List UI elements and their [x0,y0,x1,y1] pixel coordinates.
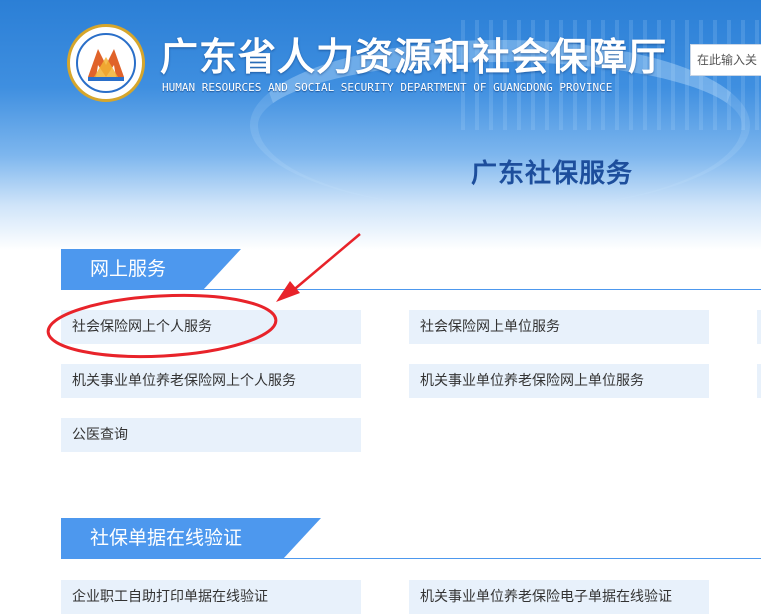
service-link-partial[interactable] [757,364,761,398]
emblem-mark-icon [88,49,124,81]
search-input[interactable] [690,44,761,76]
page-title: 广东社保服务 [471,159,634,189]
service-link-public-medical-query[interactable]: 公医查询 [61,418,361,452]
section-tab-document-verification: 社保单据在线验证 [61,518,321,559]
service-link-public-pension-employer[interactable]: 机关事业单位养老保险网上单位服务 [409,364,709,398]
service-link-public-pension-doc-verify[interactable]: 机关事业单位养老保险电子单据在线验证 [409,580,709,614]
service-link-partial[interactable] [757,310,761,344]
site-subtitle: HUMAN RESOURCES AND SOCIAL SECURITY DEPA… [162,81,613,94]
header-banner: 广东省人力资源和社会保障厅 HUMAN RESOURCES AND SOCIAL… [0,0,761,250]
service-link-social-insurance-personal[interactable]: 社会保险网上个人服务 [61,310,361,344]
department-emblem-icon[interactable] [67,24,145,102]
section-divider [61,558,761,559]
section-tab-online-services: 网上服务 [61,249,241,290]
section-divider [61,289,761,290]
service-link-enterprise-print-verify[interactable]: 企业职工自助打印单据在线验证 [61,580,361,614]
service-link-social-insurance-employer[interactable]: 社会保险网上单位服务 [409,310,709,344]
site-title: 广东省人力资源和社会保障厅 [160,34,668,79]
service-link-public-pension-personal[interactable]: 机关事业单位养老保险网上个人服务 [61,364,361,398]
